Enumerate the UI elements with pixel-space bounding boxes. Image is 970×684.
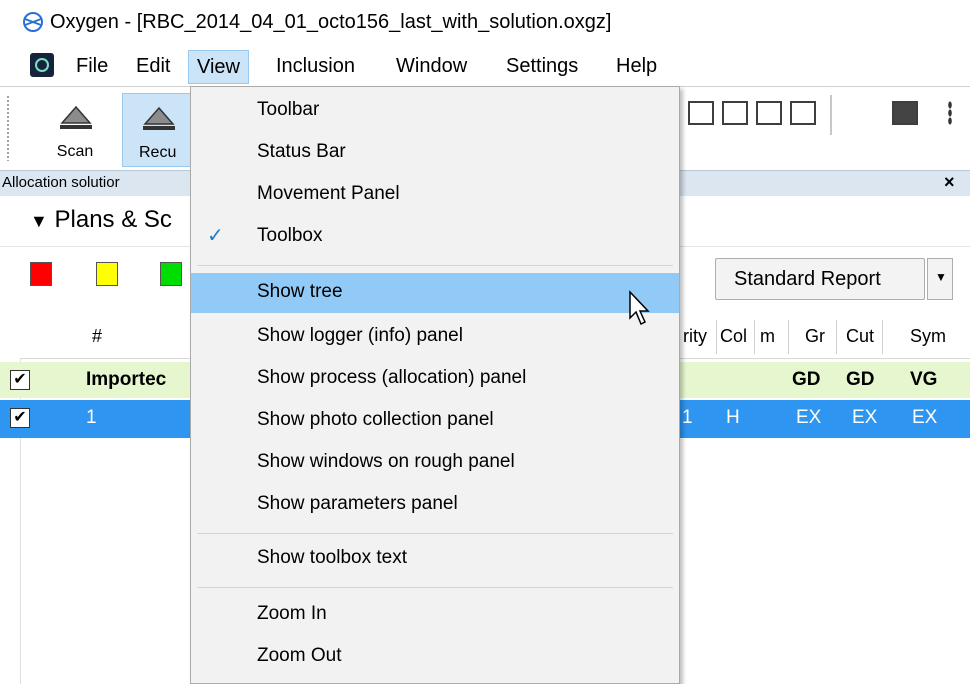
cell-clarity: 1 — [682, 407, 693, 428]
layout-split-vertical-icon[interactable] — [790, 101, 816, 125]
menu-inclusion[interactable]: Inclusion — [268, 50, 363, 82]
cell-sym: VG — [910, 369, 938, 390]
scan-label: Scan — [56, 143, 94, 160]
mouse-pointer-icon — [629, 290, 650, 326]
cell-cut: GD — [846, 369, 875, 390]
chevron-down-icon: ▼ — [935, 270, 947, 284]
layout-split-quad-icon[interactable] — [756, 101, 782, 125]
scan-button[interactable]: Scan — [40, 93, 110, 165]
plans-section-title: Plans & Sc — [54, 206, 172, 233]
menu-item-toolbar[interactable]: Toolbar — [191, 91, 679, 131]
menu-separator — [197, 265, 673, 266]
close-icon[interactable]: × — [944, 172, 955, 193]
menu-window[interactable]: Window — [388, 50, 475, 82]
col-header-cut[interactable]: Cut — [846, 326, 874, 347]
panel-title: Allocation solutior — [2, 174, 120, 191]
layout-split-horizontal-icon[interactable] — [722, 101, 748, 125]
menu-item-zoom-out[interactable]: Zoom Out — [191, 637, 679, 677]
toolbar-grip[interactable] — [6, 95, 10, 161]
col-header-gr[interactable]: Gr — [805, 326, 825, 347]
menu-settings[interactable]: Settings — [498, 50, 586, 82]
red-filter-swatch[interactable] — [30, 262, 52, 286]
menu-item-label: Show process (allocation) panel — [257, 367, 527, 388]
title-bar: Oxygen - [RBC_2014_04_01_octo156_last_wi… — [0, 0, 970, 46]
oxygen-logo-icon — [23, 12, 43, 32]
menu-item-label: Show toolbox text — [257, 547, 407, 568]
menu-item-show-parameters-panel[interactable]: Show parameters panel — [191, 485, 679, 525]
scan-icon — [60, 105, 92, 129]
menu-item-movement-panel[interactable]: Movement Panel — [191, 175, 679, 215]
menu-file[interactable]: File — [68, 50, 116, 82]
menu-view[interactable]: View — [188, 50, 249, 84]
row-name: Importec — [86, 369, 167, 390]
recut-button[interactable]: Recu — [122, 93, 194, 167]
row-num: 1 — [86, 407, 97, 428]
menu-item-label: Show logger (info) panel — [257, 325, 463, 346]
cell-cut: EX — [852, 407, 878, 428]
menu-item-label: Zoom Out — [257, 645, 342, 666]
menu-help[interactable]: Help — [608, 50, 665, 82]
menu-item-show-tree[interactable]: Show tree — [191, 273, 679, 313]
menu-separator — [197, 587, 673, 588]
menu-item-label: Zoom In — [257, 603, 327, 624]
menu-item-label: Movement Panel — [257, 183, 400, 204]
menu-separator — [197, 533, 673, 534]
menu-item-show-photo-collection-panel[interactable]: Show photo collection panel — [191, 401, 679, 441]
window-title: Oxygen - [RBC_2014_04_01_octo156_last_wi… — [50, 11, 612, 33]
menu-edit[interactable]: Edit — [128, 50, 178, 82]
col-separator — [788, 320, 789, 354]
dense-grid-icon[interactable] — [892, 101, 918, 125]
col-separator — [836, 320, 837, 354]
menu-item-show-toolbox-text[interactable]: Show toolbox text — [191, 539, 679, 579]
menu-item-label: Show parameters panel — [257, 493, 458, 514]
cell-sym: EX — [912, 407, 938, 428]
menu-item-show-process-panel[interactable]: Show process (allocation) panel — [191, 359, 679, 399]
row-checkbox[interactable]: ✔ — [10, 370, 30, 390]
yellow-filter-swatch[interactable] — [96, 262, 118, 286]
layout-grid-icon[interactable] — [688, 101, 714, 125]
col-separator — [882, 320, 883, 354]
checkmark-icon: ✓ — [207, 225, 224, 247]
recut-label: Recu — [139, 144, 177, 161]
cell-gr: GD — [792, 369, 821, 390]
col-header-col[interactable]: Col — [720, 326, 747, 347]
report-dropdown-button[interactable]: ▼ — [927, 258, 953, 300]
app-menu-icon[interactable] — [30, 53, 54, 77]
view-menu-dropdown: Toolbar Status Bar Movement Panel ✓ Tool… — [190, 86, 680, 684]
menu-item-label: Show tree — [257, 281, 343, 302]
standard-report-button[interactable]: Standard Report — [715, 258, 925, 300]
menu-item-show-logger-panel[interactable]: Show logger (info) panel — [191, 317, 679, 357]
col-header-m[interactable]: m — [760, 326, 775, 347]
menu-item-show-windows-on-rough-panel[interactable]: Show windows on rough panel — [191, 443, 679, 483]
toolbar-separator — [830, 95, 832, 135]
col-header-clarity[interactable]: rity — [683, 326, 707, 347]
cell-col: H — [726, 407, 740, 428]
col-header-num[interactable]: # — [92, 326, 102, 347]
cell-gr: EX — [796, 407, 822, 428]
menu-item-label: Show photo collection panel — [257, 409, 494, 430]
menu-item-toolbox[interactable]: ✓ Toolbox — [191, 217, 679, 257]
menu-item-label: Toolbar — [257, 99, 320, 120]
menu-item-label: Show windows on rough panel — [257, 451, 515, 472]
menu-item-status-bar[interactable]: Status Bar — [191, 133, 679, 173]
menu-bar: File Edit View Inclusion Window Settings… — [0, 46, 970, 86]
col-separator — [754, 320, 755, 354]
menu-item-zoom-in[interactable]: Zoom In — [191, 595, 679, 635]
col-separator — [716, 320, 717, 354]
standard-report-label: Standard Report — [734, 268, 881, 290]
menu-item-label: Toolbox — [257, 225, 323, 246]
menu-item-label: Status Bar — [257, 141, 346, 162]
col-header-sym[interactable]: Sym — [910, 326, 946, 347]
green-filter-swatch[interactable] — [160, 262, 182, 286]
recut-icon — [143, 106, 175, 130]
collapse-arrow-icon: ▼ — [30, 211, 48, 231]
row-checkbox[interactable]: ✔ — [10, 408, 30, 428]
toolbar-overflow-icon[interactable] — [948, 101, 952, 125]
